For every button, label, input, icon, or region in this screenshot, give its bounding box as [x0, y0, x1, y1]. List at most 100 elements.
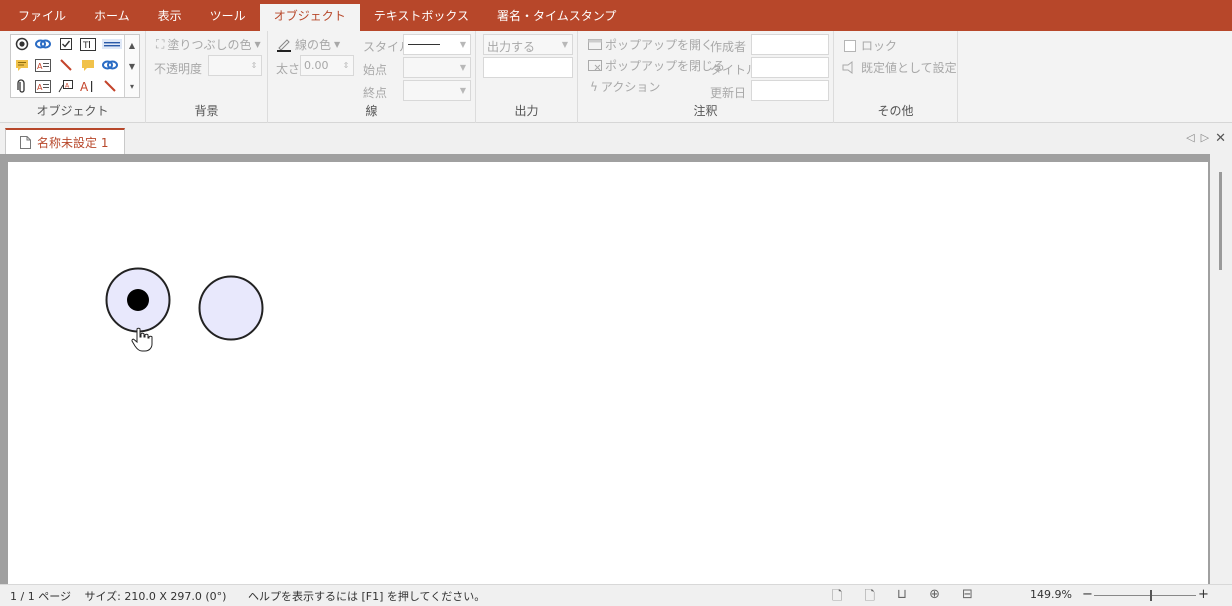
- paint-bucket-icon: ⛶: [156, 37, 165, 51]
- zoom-in-button[interactable]: +: [1198, 587, 1209, 602]
- palette-scroll-up-icon[interactable]: ▲: [124, 35, 139, 56]
- modified-label: 更新日: [710, 86, 747, 100]
- document-page[interactable]: [8, 162, 1208, 584]
- zoom-out-button[interactable]: −: [1082, 587, 1093, 602]
- fit-width-icon[interactable]: ⊟: [962, 587, 973, 606]
- tab-textbox[interactable]: テキストボックス: [360, 4, 483, 31]
- group-annotation: ポップアップを開く ポップアップを閉じる ϟ アクション 作成者 タイトル 更新…: [578, 31, 834, 123]
- page-indicator: 1 / 1 ページ: [10, 590, 71, 603]
- lock-checkbox[interactable]: ロック: [844, 37, 897, 54]
- tab-nav: ◁ ▷ ✕: [1186, 131, 1226, 146]
- chevron-down-icon: ▼: [459, 63, 467, 72]
- status-info: 1 / 1 ページ サイズ: 210.0 X 297.0 (0°) ヘルプを表示…: [10, 588, 485, 604]
- chevron-down-icon: ▼: [254, 40, 261, 49]
- scrollbar-thumb[interactable]: [1219, 172, 1222, 270]
- output-text-input[interactable]: [483, 57, 573, 78]
- zoom-level[interactable]: 149.9%: [1030, 588, 1072, 601]
- end-point-label: 終点: [363, 86, 388, 100]
- text-field-icon[interactable]: T: [79, 36, 97, 52]
- zoom-slider-thumb[interactable]: [1150, 590, 1152, 601]
- vertical-scrollbar[interactable]: [1210, 154, 1232, 584]
- line-width-input[interactable]: 0.00 ⇕: [300, 55, 354, 76]
- line-width-label: 太さ: [276, 62, 301, 76]
- svg-text:A: A: [37, 83, 43, 92]
- group-line: 線の色 ▼ 太さ 0.00 ⇕ スタイル ▼ 始点 ▼ 終点 ▼ 線: [268, 31, 476, 123]
- fit-page-icon[interactable]: ⊕: [929, 587, 940, 606]
- title-input[interactable]: [751, 57, 829, 78]
- chevron-down-icon: ▼: [459, 40, 467, 49]
- page-next-icon[interactable]: 🗋: [864, 587, 874, 606]
- background-group-label: 背景: [194, 104, 219, 118]
- link-icon-2[interactable]: [101, 57, 119, 73]
- document-tab[interactable]: 名称未設定 1: [5, 128, 125, 154]
- set-default-button[interactable]: 既定値として設定: [842, 59, 957, 76]
- tab-signature-timestamp[interactable]: 署名・タイムスタンプ: [483, 4, 630, 31]
- help-hint: ヘルプを表示するには [F1] を押してください。: [247, 590, 486, 603]
- typewriter-icon[interactable]: A: [79, 78, 97, 94]
- objects-group-label: オブジェクト: [36, 104, 109, 118]
- group-other: ロック 既定値として設定 その他: [834, 31, 958, 123]
- callout-icon[interactable]: A: [57, 78, 75, 94]
- end-point-select[interactable]: ▼: [403, 80, 471, 101]
- chevron-down-icon: ▼: [561, 40, 569, 49]
- open-popup-button[interactable]: ポップアップを開く: [588, 36, 713, 53]
- line-icon-2[interactable]: [101, 78, 119, 94]
- zoom-slider[interactable]: [1094, 595, 1196, 596]
- palette-scroll-down-icon[interactable]: ▼: [124, 56, 139, 77]
- svg-text:T: T: [82, 41, 89, 51]
- svg-text:A: A: [80, 80, 89, 93]
- opacity-input[interactable]: ⇕: [208, 55, 262, 76]
- page-prev-icon[interactable]: 🗋: [832, 587, 842, 606]
- palette-expand-icon[interactable]: ▾: [124, 77, 139, 97]
- ribbon: T A A A A ▲ ▼ ▾ オブジェクト ⛶ 塗りつぶしの色 ▼ 不透明度 …: [0, 31, 1232, 123]
- close-document-icon[interactable]: ✕: [1215, 131, 1226, 146]
- radio-button-icon[interactable]: [13, 36, 31, 52]
- list-box-icon[interactable]: [101, 36, 123, 52]
- set-default-icon: [842, 61, 853, 74]
- text-box-icon-2[interactable]: A: [34, 78, 52, 94]
- modified-input[interactable]: [751, 80, 829, 101]
- start-point-label: 始点: [363, 63, 388, 77]
- view-mode-icons: 🗋 🗋 ⊔ ⊕ ⊟: [832, 587, 973, 606]
- opacity-label: 不透明度: [154, 62, 203, 76]
- radio-button-selected[interactable]: [105, 267, 171, 333]
- start-point-select[interactable]: ▼: [403, 57, 471, 78]
- object-palette: T A A A A ▲ ▼ ▾: [10, 34, 140, 98]
- link-icon[interactable]: [34, 36, 52, 52]
- close-popup-button[interactable]: ポップアップを閉じる: [588, 57, 725, 74]
- opacity-spinner-icon[interactable]: ⇕: [247, 56, 261, 75]
- tab-scroll-right-icon[interactable]: ▷: [1201, 131, 1209, 146]
- radio-button-unselected[interactable]: [198, 275, 264, 341]
- line-style-preview: [408, 44, 440, 45]
- line-color-button[interactable]: 線の色 ▼: [276, 36, 340, 53]
- output-group-label: 出力: [514, 104, 539, 118]
- fit-height-icon[interactable]: ⊔: [897, 587, 907, 606]
- text-box-icon[interactable]: A: [34, 57, 52, 73]
- comment-icon[interactable]: [79, 57, 97, 73]
- checkbox-icon[interactable]: [57, 36, 75, 52]
- svg-text:A: A: [37, 62, 43, 71]
- tab-object[interactable]: オブジェクト: [259, 4, 360, 31]
- line-style-select[interactable]: ▼: [403, 34, 471, 55]
- workspace: [0, 154, 1232, 584]
- output-select[interactable]: 出力する ▼: [483, 34, 573, 55]
- note-icon[interactable]: [13, 57, 31, 73]
- line-width-spinner-icon[interactable]: ⇕: [339, 56, 353, 75]
- tab-home[interactable]: ホーム: [80, 4, 144, 31]
- checkbox-box: [844, 39, 856, 52]
- status-bar: 1 / 1 ページ サイズ: 210.0 X 297.0 (0°) ヘルプを表示…: [0, 584, 1232, 606]
- author-label: 作成者: [710, 40, 747, 54]
- tab-view[interactable]: 表示: [144, 4, 196, 31]
- tab-file[interactable]: ファイル: [4, 4, 80, 31]
- tab-scroll-left-icon[interactable]: ◁: [1186, 131, 1194, 146]
- fill-color-button[interactable]: ⛶ 塗りつぶしの色 ▼: [156, 36, 261, 53]
- author-input[interactable]: [751, 34, 829, 55]
- document-tab-title: 名称未設定 1: [37, 135, 109, 150]
- attachment-icon[interactable]: [13, 78, 31, 94]
- popup-close-icon: [588, 60, 602, 71]
- line-icon[interactable]: [57, 57, 75, 73]
- tab-tools[interactable]: ツール: [196, 4, 260, 31]
- chevron-down-icon: ▼: [334, 40, 341, 49]
- action-button[interactable]: ϟ アクション: [590, 78, 660, 95]
- group-output: 出力する ▼ 出力: [476, 31, 578, 123]
